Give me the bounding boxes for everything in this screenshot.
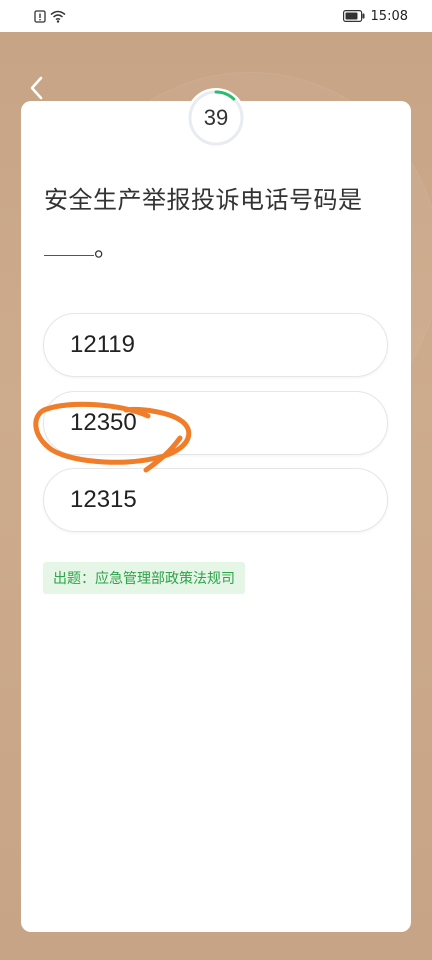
question-suffix: 。 — [94, 234, 119, 262]
timer-value: 39 — [203, 105, 229, 130]
sim-alert-icon — [34, 9, 46, 23]
wifi-icon — [50, 10, 66, 23]
status-bar: 15:08 — [0, 0, 432, 32]
option-label: 12119 — [70, 331, 135, 358]
chevron-left-icon — [30, 76, 43, 100]
back-button[interactable] — [22, 74, 50, 102]
answer-blank — [44, 230, 94, 256]
status-right: 15:08 — [342, 8, 408, 24]
question-main: 安全生产举报投诉电话号码是 — [44, 186, 363, 214]
hand-drawn-circle-annotation — [33, 401, 192, 473]
status-time: 15:08 — [370, 8, 408, 24]
question-text: 安全生产举报投诉电话号码是。 — [44, 176, 394, 272]
status-left-icons — [34, 9, 66, 23]
battery-icon — [342, 10, 365, 22]
countdown-timer: 39 — [186, 88, 246, 148]
option-1[interactable]: 12119 — [43, 313, 388, 377]
question-source-tag: 出题：应急管理部政策法规司 — [43, 562, 245, 594]
option-label: 12315 — [70, 486, 137, 513]
